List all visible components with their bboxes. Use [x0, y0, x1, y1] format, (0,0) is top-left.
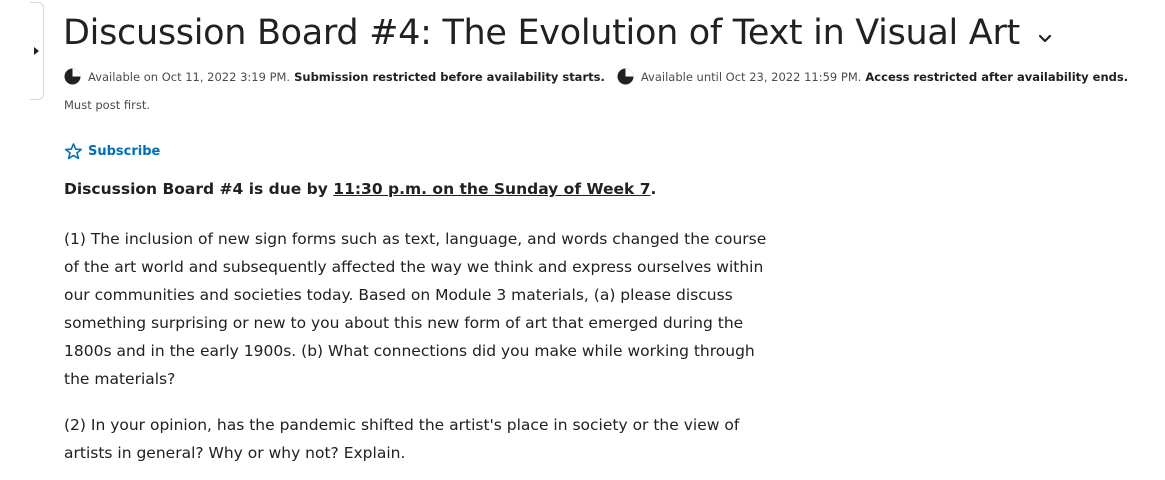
clock-icon	[64, 68, 81, 85]
availability-start: Available on Oct 11, 2022 3:19 PM.	[88, 69, 291, 84]
title-row: Discussion Board #4: The Evolution of Te…	[63, 9, 1052, 57]
prompt-paragraph-1: (1) The inclusion of new sign forms such…	[64, 230, 767, 388]
must-post-notice: Must post first.	[64, 98, 150, 112]
side-panel-toggle[interactable]	[30, 2, 44, 100]
triangle-right-icon	[34, 47, 39, 55]
page-title: Discussion Board #4: The Evolution of Te…	[63, 13, 1020, 53]
due-date-link[interactable]: 11:30 p.m. on the Sunday of Week 7	[333, 180, 650, 198]
subscribe-button[interactable]: Subscribe	[64, 142, 160, 161]
availability-row: Available on Oct 11, 2022 3:19 PM. Submi…	[64, 68, 1128, 85]
availability-end: Available until Oct 23, 2022 11:59 PM.	[640, 69, 862, 84]
due-suffix: .	[650, 180, 657, 198]
prompt-paragraph-2: (2) In your opinion, has the pandemic sh…	[64, 416, 740, 462]
chevron-down-icon[interactable]	[1038, 31, 1052, 45]
star-outline-icon	[64, 143, 83, 160]
due-prefix: Discussion Board #4 is due by	[64, 180, 334, 198]
due-date-statement: Discussion Board #4 is due by 11:30 p.m.…	[64, 180, 656, 198]
subscribe-label: Subscribe	[88, 144, 161, 159]
availability-end-restriction: Access restricted after availability end…	[865, 69, 1129, 84]
discussion-topic-page: Discussion Board #4: The Evolution of Te…	[0, 0, 1165, 480]
availability-start-restriction: Submission restricted before availabilit…	[294, 69, 605, 84]
clock-icon	[617, 68, 634, 85]
